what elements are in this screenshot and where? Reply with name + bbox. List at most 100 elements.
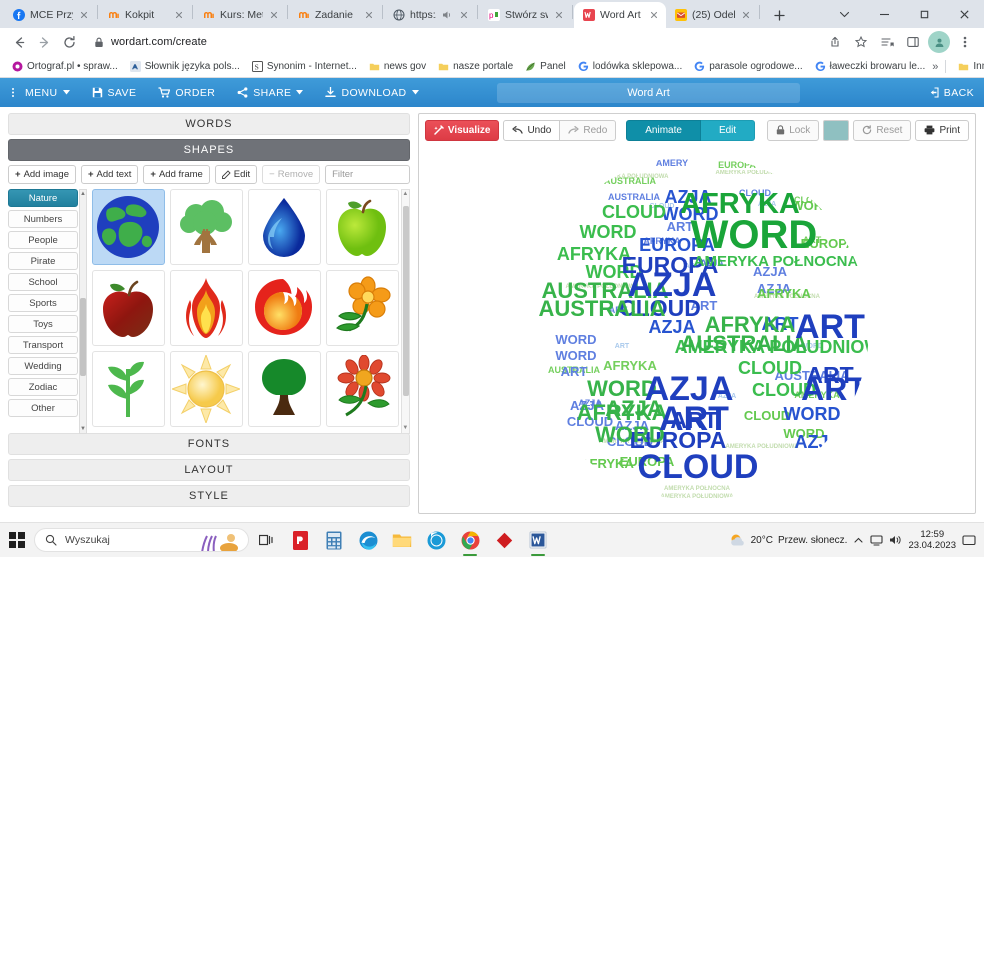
shape-orange-flower[interactable] [325,270,399,346]
weather-widget[interactable]: 20°C Przew. słonecz. [729,532,847,549]
side-panel-icon[interactable] [902,31,924,53]
browser-tab[interactable]: Kokpit [99,2,191,28]
profile-avatar-icon[interactable] [928,31,950,53]
shape-sun[interactable] [169,351,243,427]
category-scrollbar[interactable]: ▲ ▼ [79,189,87,434]
new-tab-button[interactable] [766,2,792,28]
project-title[interactable]: Word Art [497,82,800,103]
close-icon[interactable] [648,9,660,21]
browser-tab[interactable]: Zadanie [289,2,381,28]
shape-sprout[interactable] [92,351,165,427]
scroll-down-icon[interactable]: ▼ [402,424,409,433]
remove-shape-button[interactable]: − Remove [262,165,321,184]
bookmark-folder[interactable]: news gov [364,59,431,74]
close-icon[interactable] [553,9,565,21]
chrome-icon[interactable] [453,523,487,558]
add-frame-button[interactable]: + Add frame [143,165,210,184]
undo-button[interactable]: Undo [503,119,561,141]
edge-icon[interactable] [351,523,385,558]
back-arrow-icon[interactable] [8,31,30,53]
browser-tab[interactable]: https://m [384,2,476,28]
maximize-button[interactable] [904,0,944,28]
shape-flame[interactable] [169,270,243,346]
shape-red-flower[interactable] [325,351,399,427]
windows-start-icon[interactable] [0,532,34,548]
category-toys[interactable]: Toys [8,315,78,333]
accordion-fonts[interactable]: FONTS [8,433,410,455]
scrollbar-thumb[interactable] [402,206,409,396]
scroll-up-icon[interactable]: ▲ [80,190,86,198]
other-bookmarks-folder[interactable]: Inne zakładki [953,59,984,74]
browser-tab[interactable]: MCE Przygoto [4,2,96,28]
browser-tab-active[interactable]: Word Art - E [574,2,666,28]
menu-button[interactable]: MENU [0,78,81,107]
category-nature[interactable]: Nature [8,189,78,207]
close-icon[interactable] [78,9,90,21]
notification-icon[interactable] [962,534,976,547]
category-other[interactable]: Other [8,399,78,417]
chevron-up-icon[interactable] [853,535,864,546]
tab-audio-icon[interactable] [441,9,453,21]
bookmark-item[interactable]: Słownik języka pols... [125,59,245,74]
volume-icon[interactable] [889,534,902,546]
wordcloud-globe[interactable]: AMERYKA POŁUDNIOWA AMERYKA POŁUDNIOWA AM… [512,148,882,508]
reading-list-icon[interactable] [876,31,898,53]
close-icon[interactable] [458,9,470,21]
bookmark-folder[interactable]: nasze portale [433,59,518,74]
bookmark-item[interactable]: Ortograf.pl • spraw... [7,59,123,74]
accordion-layout[interactable]: LAYOUT [8,459,410,481]
browser-tab[interactable]: Kurs: Metody [194,2,286,28]
bookmark-item[interactable]: ławeczki browaru le... [810,59,931,74]
reload-icon[interactable] [58,31,80,53]
redo-button[interactable]: Redo [560,119,617,141]
close-icon[interactable] [740,9,752,21]
shape-red-apple[interactable] [92,270,165,346]
wordcloud-canvas[interactable]: AMERYKA POŁUDNIOWA AMERYKA POŁUDNIOWA AM… [419,142,975,513]
file-explorer-icon[interactable] [385,523,419,558]
close-icon[interactable] [363,9,375,21]
category-sports[interactable]: Sports [8,294,78,312]
color-swatch[interactable] [823,119,850,141]
close-button[interactable] [944,0,984,28]
lock-button[interactable]: Lock [767,119,820,141]
close-icon[interactable] [268,9,280,21]
scrollbar-thumb[interactable] [80,298,86,376]
skype-icon[interactable] [419,523,453,558]
category-pirate[interactable]: Pirate [8,252,78,270]
order-button[interactable]: ORDER [147,78,226,107]
taskbar-clock[interactable]: 12:59 23.04.2023 [908,529,956,551]
shape-water-drop[interactable] [247,189,321,265]
edit-shape-button[interactable]: Edit [214,165,258,184]
close-icon[interactable] [173,9,185,21]
reset-button[interactable]: Reset [853,119,912,141]
share-icon[interactable] [824,31,846,53]
pdf-reader-icon[interactable] [283,523,317,558]
back-button[interactable]: BACK [928,87,974,99]
print-button[interactable]: Print [915,119,969,141]
shape-tree[interactable] [169,189,243,265]
category-people[interactable]: People [8,231,78,249]
bookmark-item[interactable]: Panel [520,59,571,74]
overflow-chevron-icon[interactable]: » [932,61,938,73]
share-button[interactable]: SHARE [226,78,314,107]
browser-tab[interactable]: p Stwórz swoje [479,2,571,28]
bookmark-item[interactable]: lodówka sklepowa... [573,59,688,74]
shape-globe[interactable] [92,189,165,265]
category-zodiac[interactable]: Zodiac [8,378,78,396]
shape-filter-input[interactable]: Filter [325,165,410,184]
shape-oak-tree[interactable] [247,351,321,427]
category-numbers[interactable]: Numbers [8,210,78,228]
network-icon[interactable] [870,534,884,546]
red-diamond-icon[interactable] [487,523,521,558]
visualize-button[interactable]: Visualize [424,119,500,141]
save-button[interactable]: SAVE [81,78,148,107]
shape-fireball[interactable] [247,270,321,346]
shape-green-apple[interactable] [325,189,399,265]
add-image-button[interactable]: + Add image [8,165,76,184]
add-text-button[interactable]: + Add text [80,165,139,184]
accordion-style[interactable]: STYLE [8,485,410,507]
bookmark-star-icon[interactable] [850,31,872,53]
accordion-shapes[interactable]: SHAPES [8,139,410,161]
category-wedding[interactable]: Wedding [8,357,78,375]
edit-tab[interactable]: Edit [700,119,756,141]
